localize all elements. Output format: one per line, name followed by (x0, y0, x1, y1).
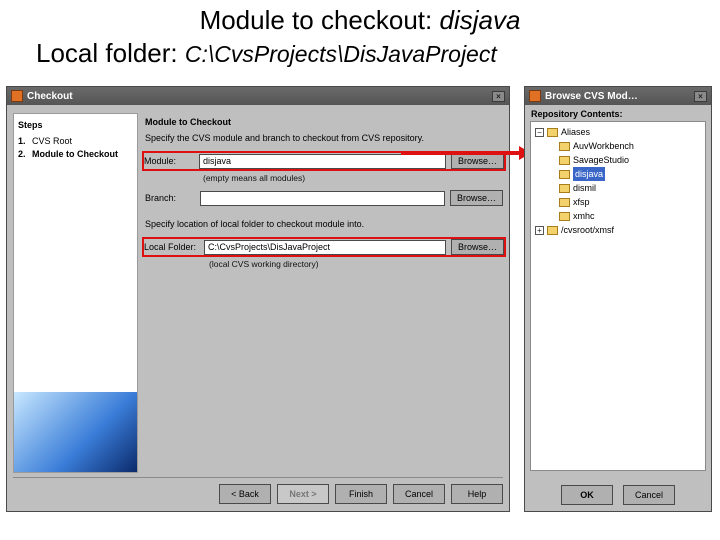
main-panel: Module to Checkout Specify the CVS modul… (143, 113, 505, 473)
panel-desc1: Specify the CVS module and branch to che… (143, 133, 505, 149)
folder-icon (559, 156, 570, 165)
checkout-title: Checkout (27, 91, 488, 102)
localfolder-hint: (local CVS working directory) (143, 259, 505, 273)
header-line2-value: C:\CvsProjects\DisJavaProject (185, 41, 497, 67)
localfolder-browse-button[interactable]: Browse… (451, 239, 504, 255)
panel-desc2: Specify location of local folder to chec… (143, 219, 505, 235)
cancel-button[interactable]: Cancel (623, 485, 675, 505)
folder-icon (547, 226, 558, 235)
tree-item[interactable]: xfsp (547, 195, 703, 209)
folder-icon (559, 198, 570, 207)
screenshot-stage: Checkout × Steps 1.CVS Root 2.Module to … (0, 86, 720, 516)
panel-title: Module to Checkout (143, 113, 505, 133)
back-button[interactable]: < Back (219, 484, 271, 504)
header-line1-value: disjava (439, 5, 520, 35)
localfolder-label: Local Folder: (144, 242, 204, 252)
help-button[interactable]: Help (451, 484, 503, 504)
step-item: 1.CVS Root (18, 136, 133, 146)
branch-browse-button[interactable]: Browse… (450, 190, 503, 206)
app-icon (529, 90, 541, 102)
folder-icon (547, 128, 558, 137)
collapse-icon[interactable]: − (535, 128, 544, 137)
tree-item[interactable]: xmhc (547, 209, 703, 223)
repo-tree[interactable]: − Aliases AuvWorkbench SavageStudio disj… (530, 121, 706, 471)
checkout-window: Checkout × Steps 1.CVS Root 2.Module to … (6, 86, 510, 512)
tree-item[interactable]: SavageStudio (547, 153, 703, 167)
header-line2-prefix: Local folder: (36, 38, 185, 68)
tree-item[interactable]: AuvWorkbench (547, 139, 703, 153)
browse-window: Browse CVS Mod… × Repository Contents: −… (524, 86, 712, 512)
ok-button[interactable]: OK (561, 485, 613, 505)
finish-button[interactable]: Finish (335, 484, 387, 504)
expand-icon[interactable]: + (535, 226, 544, 235)
wizard-button-bar: < Back Next > Finish Cancel Help (13, 477, 503, 505)
close-icon[interactable]: × (694, 91, 707, 102)
app-icon (11, 90, 23, 102)
next-button[interactable]: Next > (277, 484, 329, 504)
branch-row: Branch: Browse… (143, 190, 505, 206)
browse-title: Browse CVS Mod… (545, 91, 690, 102)
tree-root[interactable]: + /cvsroot/xmsf (535, 223, 703, 237)
folder-icon (559, 142, 570, 151)
steps-heading: Steps (18, 120, 133, 130)
close-icon[interactable]: × (492, 91, 505, 102)
cancel-button[interactable]: Cancel (393, 484, 445, 504)
localfolder-input[interactable] (204, 240, 446, 255)
sidebar-art (14, 392, 137, 472)
header-line1-prefix: Module to checkout: (200, 5, 440, 35)
browse-titlebar[interactable]: Browse CVS Mod… × (525, 87, 711, 105)
branch-input[interactable] (200, 191, 445, 206)
folder-icon (559, 212, 570, 221)
tree-item[interactable]: dismil (547, 181, 703, 195)
steps-sidebar: Steps 1.CVS Root 2.Module to Checkout (13, 113, 138, 473)
module-browse-button[interactable]: Browse… (451, 153, 504, 169)
module-label: Module: (144, 156, 199, 166)
module-input[interactable] (199, 154, 446, 169)
tree-root[interactable]: − Aliases (535, 125, 703, 139)
branch-label: Branch: (145, 193, 200, 203)
tree-item-selected[interactable]: disjava (547, 167, 703, 181)
localfolder-row: Local Folder: Browse… (143, 238, 505, 256)
folder-icon (559, 170, 570, 179)
step-item: 2.Module to Checkout (18, 149, 133, 159)
folder-icon (559, 184, 570, 193)
module-hint: (empty means all modules) (143, 173, 505, 187)
checkout-titlebar[interactable]: Checkout × (7, 87, 509, 105)
module-row: Module: Browse… (143, 152, 505, 170)
slide-header: Module to checkout: disjava Local folder… (0, 0, 720, 79)
browse-button-bar: OK Cancel (525, 485, 711, 505)
repo-contents-label: Repository Contents: (531, 109, 623, 119)
